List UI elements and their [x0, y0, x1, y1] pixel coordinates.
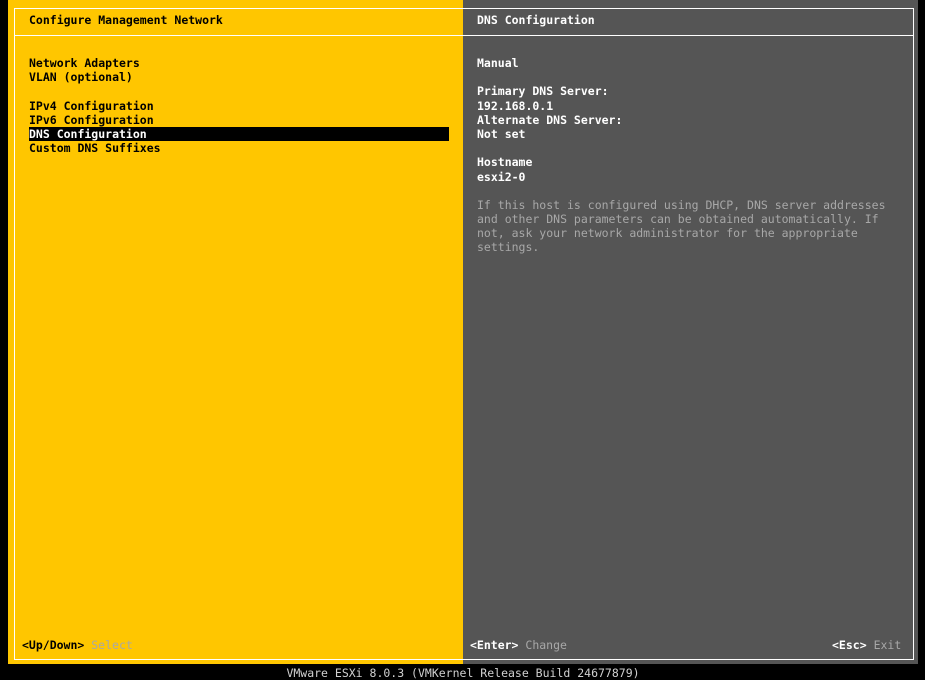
primary-dns-value: 192.168.0.1 — [477, 98, 554, 113]
details-spacer — [477, 70, 907, 84]
menu-item-ipv6-configuration[interactable]: IPv6 Configuration — [29, 113, 449, 127]
esc-key-label: <Esc> — [832, 638, 867, 652]
change-action-label: Change — [525, 638, 567, 652]
menu-item-dns-configuration[interactable]: DNS Configuration — [29, 126, 449, 142]
menu-spacer — [29, 84, 449, 98]
status-bar: VMware ESXi 8.0.3 (VMKernel Release Buil… — [286, 666, 640, 680]
updown-key-label: <Up/Down> — [22, 638, 85, 652]
menu-pane-border-top — [14, 8, 463, 9]
menu-list: Network Adapters VLAN (optional) IPv4 Co… — [29, 56, 449, 155]
details-pane-border-bottom — [463, 659, 913, 660]
enter-key-label: <Enter> — [470, 638, 519, 652]
details-spacer — [477, 184, 907, 198]
details-pane-title: DNS Configuration — [477, 13, 595, 27]
details-pane-border-top — [463, 8, 913, 9]
menu-item-vlan[interactable]: VLAN (optional) — [29, 70, 449, 84]
dns-mode-value: Manual — [477, 56, 519, 70]
menu-item-network-adapters[interactable]: Network Adapters — [29, 56, 449, 70]
select-action-label: Select — [91, 638, 133, 652]
alternate-dns-value: Not set — [477, 126, 526, 141]
footer-change-hint[interactable]: <Enter> Change — [470, 638, 567, 652]
primary-dns-label: Primary DNS Server: — [477, 84, 609, 99]
hostname-label: Hostname — [477, 155, 533, 170]
menu-pane-title: Configure Management Network — [29, 13, 223, 27]
exit-action-label: Exit — [873, 638, 902, 652]
menu-pane-title-divider — [14, 35, 463, 36]
alternate-dns-label: Alternate DNS Server: — [477, 112, 623, 127]
details-spacer — [477, 141, 907, 155]
hostname-value: esxi2-0 — [477, 169, 526, 184]
footer-select-hint: <Up/Down> Select — [22, 638, 133, 652]
menu-pane-border-left — [14, 8, 15, 660]
menu-pane-border-bottom — [14, 659, 463, 660]
details-pane-title-divider — [463, 35, 913, 36]
menu-item-custom-dns-suffixes[interactable]: Custom DNS Suffixes — [29, 141, 449, 155]
dns-details: Manual Primary DNS Server: 192.168.0.1 A… — [477, 56, 907, 255]
details-pane-border-right — [913, 8, 914, 660]
footer-exit-hint[interactable]: <Esc> Exit — [832, 638, 901, 652]
esxi-dcui-screen: Configure Management Network DNS Configu… — [0, 0, 925, 680]
menu-item-ipv4-configuration[interactable]: IPv4 Configuration — [29, 99, 449, 113]
dns-help-text: If this host is configured using DHCP, D… — [477, 197, 886, 255]
